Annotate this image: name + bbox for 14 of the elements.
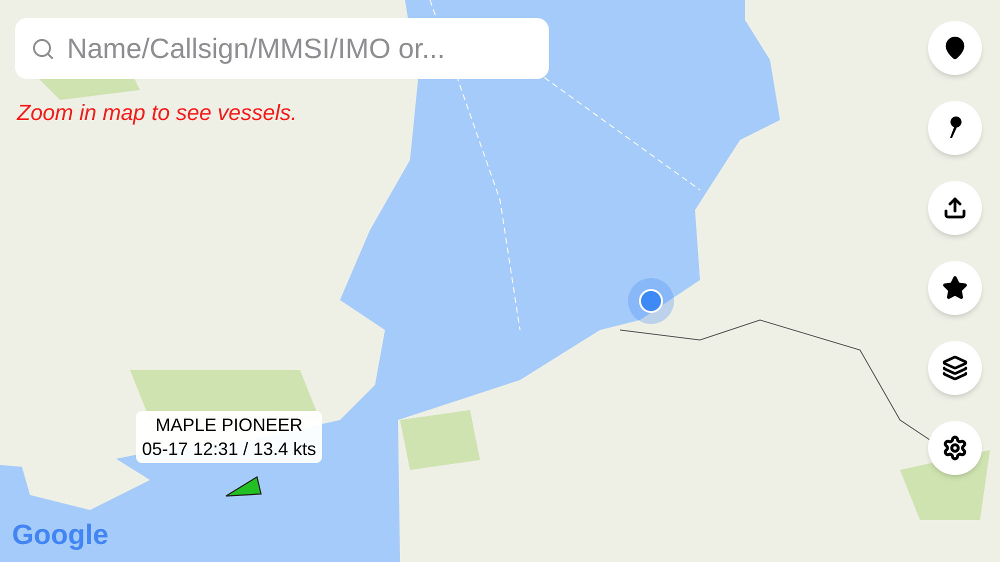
search-field[interactable]: Name/Callsign/MMSI/IMO or...: [15, 18, 549, 79]
star-icon: [942, 275, 968, 301]
pushpin-icon: [947, 116, 963, 140]
ship-icon[interactable]: [225, 475, 263, 498]
map-logo: Google: [12, 518, 108, 552]
vessel-info: 05-17 12:31 / 13.4 kts: [142, 438, 316, 461]
vessel-name: MAPLE PIONEER: [156, 414, 303, 437]
layers-icon: [942, 355, 968, 381]
search-icon: [31, 36, 55, 60]
gear-icon: [942, 435, 968, 461]
upload-icon: [943, 196, 967, 220]
map-pin-icon: [943, 36, 967, 60]
zoom-notice: Zoom in map to see vessels.: [17, 99, 298, 127]
search-input[interactable]: Name/Callsign/MMSI/IMO or...: [67, 28, 533, 70]
